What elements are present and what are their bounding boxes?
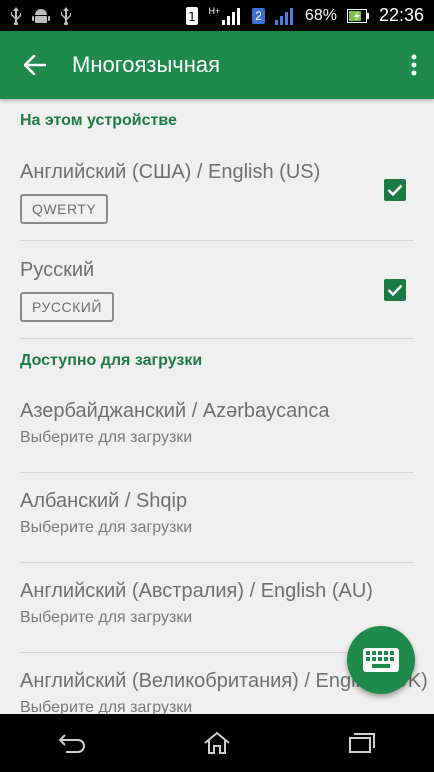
signal-group-1: H+ — [208, 5, 242, 25]
back-button[interactable] — [0, 31, 70, 99]
download-hint: Выберите для загрузки — [20, 699, 193, 714]
keyboard-fab[interactable] — [347, 626, 415, 694]
page-title: Многоязычная — [72, 52, 221, 77]
recents-icon — [348, 733, 375, 753]
download-hint: Выберите для загрузки — [20, 609, 193, 626]
language-list[interactable]: На этом устройстве Английский (США) / En… — [0, 99, 434, 714]
language-checkbox[interactable] — [384, 179, 406, 201]
status-right: 1 H+ 2 68% 22:36 — [186, 5, 424, 26]
layout-badge[interactable]: QWERTY — [20, 194, 109, 224]
nav-back-button[interactable] — [32, 714, 112, 772]
usb-icon-2 — [60, 6, 72, 25]
signal-icon — [222, 7, 241, 25]
check-icon — [387, 284, 403, 296]
language-checkbox[interactable] — [384, 279, 406, 301]
home-icon — [204, 731, 230, 754]
section-header-available: Доступно для загрузки — [20, 352, 203, 369]
status-bar: 1 H+ 2 68% 22:36 — [0, 0, 434, 31]
section-header-on-device: На этом устройстве — [20, 112, 177, 129]
download-hint: Выберите для загрузки — [20, 519, 193, 536]
android-icon — [32, 7, 50, 25]
language-name: Английский (США) / English (US) — [20, 161, 321, 183]
back-icon — [58, 734, 86, 753]
keyboard-icon — [363, 648, 399, 672]
language-name: Азербайджанский / Azərbaycanca — [20, 400, 330, 422]
arrow-left-icon — [24, 55, 46, 75]
language-name: Английский (Австралия) / English (AU) — [20, 580, 373, 602]
nav-home-button[interactable] — [177, 714, 257, 772]
clock: 22:36 — [378, 5, 424, 25]
status-left — [10, 6, 72, 25]
more-vert-icon — [411, 54, 417, 76]
available-language-item[interactable]: Азербайджанский / Azərbaycanca Выберите … — [20, 383, 414, 473]
app-bar: Многоязычная — [0, 31, 434, 99]
system-nav-bar — [0, 714, 434, 772]
enabled-language-item[interactable]: Русский РУССКИЙ — [20, 241, 414, 339]
nav-recents-button[interactable] — [322, 714, 402, 772]
language-name: Албанский / Shqip — [20, 490, 188, 512]
usb-icon — [10, 6, 22, 25]
language-name: Русский — [20, 259, 95, 281]
layout-badge[interactable]: РУССКИЙ — [20, 292, 114, 322]
sim2-badge: 2 — [252, 7, 265, 24]
check-icon — [387, 184, 403, 196]
svg-text:1: 1 — [189, 10, 197, 24]
battery-charging-icon — [346, 8, 369, 23]
download-hint: Выберите для загрузки — [20, 429, 193, 446]
network-type: H+ — [208, 5, 221, 16]
sim1-icon: 1 — [186, 6, 199, 25]
overflow-menu-button[interactable] — [394, 31, 434, 99]
signal-icon-2 — [274, 7, 293, 25]
available-language-item[interactable]: Албанский / Shqip Выберите для загрузки — [20, 473, 414, 563]
battery-percent: 68% — [304, 6, 337, 24]
enabled-language-item[interactable]: Английский (США) / English (US) QWERTY — [20, 143, 414, 241]
